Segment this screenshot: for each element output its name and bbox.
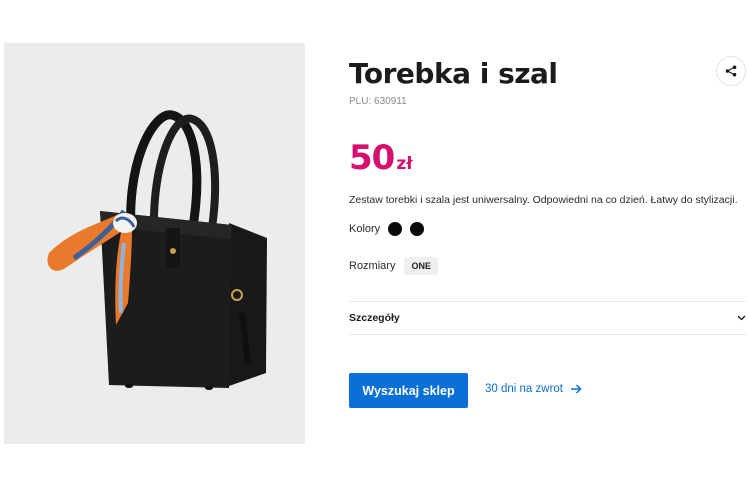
size-selector: Rozmiary ONE — [349, 256, 438, 276]
share-icon — [725, 65, 737, 77]
returns-link[interactable]: 30 dni na zwrot — [485, 383, 582, 395]
price-value: 50 — [349, 138, 395, 178]
chevron-down-icon — [737, 315, 746, 321]
product-info: Torebka i szal PLU: 630911 50 zł Zestaw t… — [349, 0, 748, 494]
price-currency: zł — [396, 154, 413, 174]
product-title: Torebka i szal — [349, 57, 558, 90]
details-label: Szczegóły — [349, 312, 400, 324]
sizes-label: Rozmiary — [349, 260, 396, 272]
color-swatch-black[interactable] — [388, 222, 403, 236]
details-accordion[interactable]: Szczegóły — [349, 302, 746, 334]
color-selector: Kolory — [349, 221, 425, 237]
color-swatch-black[interactable] — [410, 222, 425, 236]
colors-label: Kolory — [349, 223, 381, 235]
returns-label: 30 dni na zwrot — [485, 383, 563, 395]
divider — [349, 334, 746, 335]
product-plu: PLU: 630911 — [349, 96, 407, 107]
product-image — [4, 43, 305, 444]
product-description: Zestaw torebki i szala jest uniwersalny.… — [349, 194, 738, 206]
share-button[interactable] — [716, 56, 746, 86]
size-option-one[interactable]: ONE — [404, 257, 438, 275]
product-price: 50 zł — [349, 138, 413, 178]
handbag-with-scarf-image — [4, 43, 305, 444]
arrow-right-icon — [571, 384, 582, 394]
find-store-button[interactable]: Wyszukaj sklep — [349, 373, 468, 408]
